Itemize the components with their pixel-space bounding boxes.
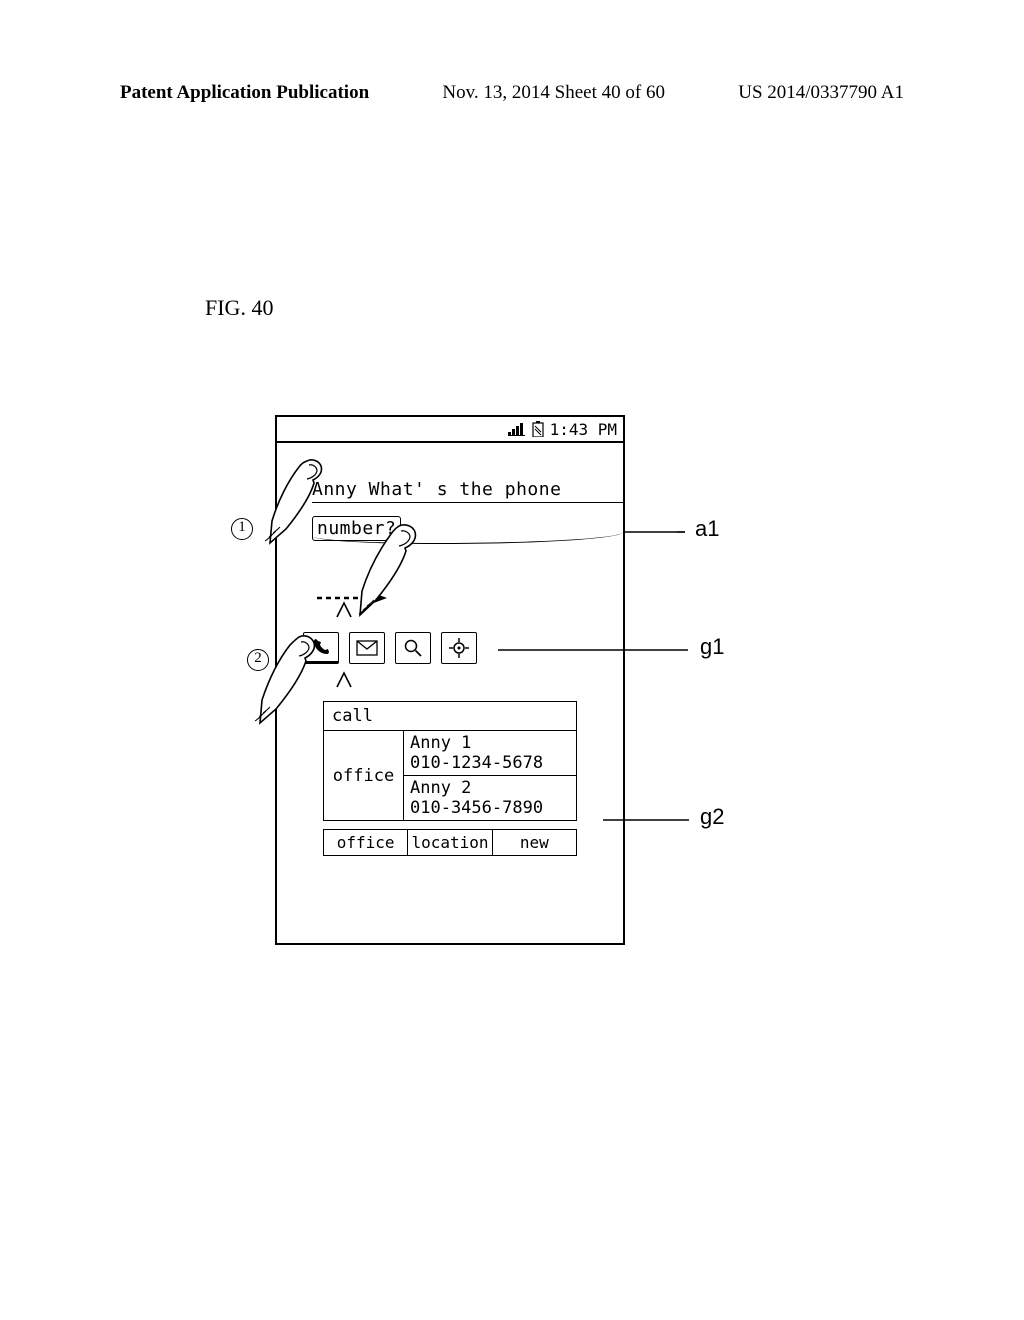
leader-line (603, 814, 697, 826)
page-header: Patent Application Publication Nov. 13, … (0, 82, 1024, 104)
phone-icon[interactable] (303, 632, 339, 664)
locate-icon[interactable] (441, 632, 477, 664)
step-marker-2: 2 (247, 649, 269, 671)
highlighted-word[interactable]: number? (312, 516, 401, 541)
leader-line (625, 526, 695, 538)
note-line-1: Anny What' s the phone (312, 463, 623, 503)
caret-up-icon (335, 599, 353, 621)
call-panel-body: office Anny 1 010-1234-5678 Anny 2 010-3… (324, 731, 576, 820)
callout-g1: g1 (700, 634, 724, 660)
caret-up-icon (335, 669, 353, 691)
header-left: Patent Application Publication (120, 82, 369, 104)
call-panel-tabs: office location new (323, 829, 577, 856)
note-line-3 (312, 543, 623, 583)
mail-icon[interactable] (349, 632, 385, 664)
clock-text: 1:43 PM (550, 420, 617, 439)
phone-device: 1:43 PM Anny What' s the phone number? (275, 415, 625, 945)
battery-icon (532, 421, 544, 437)
contact-number: 010-3456-7890 (410, 798, 570, 818)
signal-icon (508, 422, 526, 436)
figure-label: FIG. 40 (205, 295, 273, 321)
contact-name: Anny 1 (410, 733, 570, 753)
header-right: US 2014/0337790 A1 (738, 82, 904, 104)
call-panel-header: call (324, 702, 576, 731)
header-center: Nov. 13, 2014 Sheet 40 of 60 (442, 82, 665, 104)
callout-a1: a1 (695, 516, 719, 542)
callout-g2: g2 (700, 804, 724, 830)
leader-line (498, 644, 696, 656)
contact-number: 010-1234-5678 (410, 753, 570, 773)
tab-office[interactable]: office (323, 829, 408, 856)
tab-new[interactable]: new (493, 829, 577, 856)
tab-location[interactable]: location (408, 829, 492, 856)
contact-item[interactable]: Anny 2 010-3456-7890 (404, 775, 576, 820)
contact-name: Anny 2 (410, 778, 570, 798)
call-panel-category[interactable]: office (324, 731, 404, 820)
step-marker-1: 1 (231, 518, 253, 540)
note-area[interactable]: Anny What' s the phone number? (277, 443, 623, 583)
contact-item[interactable]: Anny 1 010-1234-5678 (404, 731, 576, 775)
action-icon-row (303, 632, 477, 664)
status-bar: 1:43 PM (277, 417, 623, 443)
note-line-2: number? (312, 503, 623, 543)
contact-list: Anny 1 010-1234-5678 Anny 2 010-3456-789… (404, 731, 576, 820)
search-icon[interactable] (395, 632, 431, 664)
call-panel: call office Anny 1 010-1234-5678 Anny 2 … (323, 701, 577, 821)
